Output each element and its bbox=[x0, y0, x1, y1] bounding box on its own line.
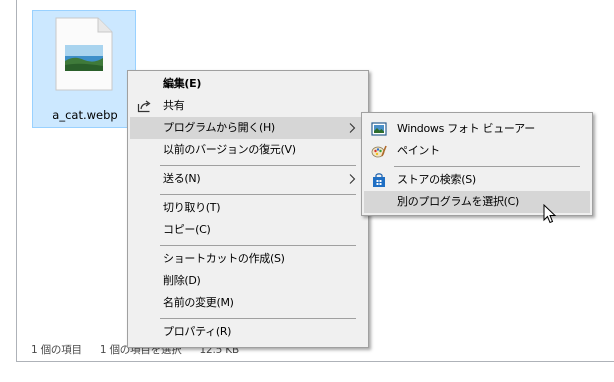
menu-separator bbox=[394, 166, 580, 167]
window-bottom-border bbox=[16, 361, 614, 362]
submenu-item-paint[interactable]: ペイント bbox=[364, 140, 590, 162]
menu-item-label: 以前のバージョンの復元(V) bbox=[163, 143, 296, 156]
menu-item-share[interactable]: 共有 bbox=[130, 95, 366, 117]
menu-item-label: 削除(D) bbox=[163, 274, 201, 287]
status-item-count: 1 個の項目 bbox=[31, 344, 82, 356]
menu-item-copy[interactable]: コピー(C) bbox=[130, 219, 366, 241]
menu-item-create-shortcut[interactable]: ショートカットの作成(S) bbox=[130, 248, 366, 270]
menu-separator bbox=[160, 245, 356, 246]
paint-icon bbox=[371, 145, 387, 158]
context-menu: 編集(E) 共有 プログラムから開く(H) 以前のバージョンの復元(V) 送る(… bbox=[127, 70, 369, 348]
menu-item-label: 切り取り(T) bbox=[163, 201, 221, 214]
menu-item-label: 編集(E) bbox=[163, 77, 202, 90]
menu-item-rename[interactable]: 名前の変更(M) bbox=[130, 292, 366, 314]
menu-separator bbox=[160, 165, 356, 166]
menu-item-label: コピー(C) bbox=[163, 223, 211, 236]
chevron-right-icon bbox=[349, 174, 356, 184]
menu-item-edit[interactable]: 編集(E) bbox=[130, 73, 366, 95]
submenu-item-search-store[interactable]: ストアの検索(S) bbox=[364, 169, 590, 191]
submenu-item-photo-viewer[interactable]: Windows フォト ビューアー bbox=[364, 118, 590, 140]
chevron-right-icon bbox=[349, 123, 356, 133]
menu-item-label: ショートカットの作成(S) bbox=[163, 252, 285, 265]
menu-item-label: プログラムから開く(H) bbox=[163, 121, 275, 134]
store-bag-icon bbox=[373, 173, 385, 187]
photo-viewer-icon bbox=[371, 122, 387, 136]
file-name-label: a_cat.webp bbox=[52, 108, 118, 122]
menu-item-restore-previous[interactable]: 以前のバージョンの復元(V) bbox=[130, 139, 366, 161]
menu-item-open-with[interactable]: プログラムから開く(H) bbox=[130, 117, 366, 139]
menu-item-delete[interactable]: 削除(D) bbox=[130, 270, 366, 292]
submenu-item-label: 別のプログラムを選択(C) bbox=[397, 195, 520, 208]
menu-separator bbox=[160, 194, 356, 195]
submenu-item-label: ペイント bbox=[397, 144, 440, 157]
open-with-submenu: Windows フォト ビューアー ペイント ストアの検索(S) 別のプログラム… bbox=[361, 112, 593, 216]
menu-item-label: 送る(N) bbox=[163, 172, 201, 185]
submenu-item-label: Windows フォト ビューアー bbox=[397, 122, 535, 135]
menu-separator bbox=[160, 318, 356, 319]
image-file-icon bbox=[55, 17, 113, 91]
window-left-border bbox=[16, 0, 17, 362]
menu-item-label: 名前の変更(M) bbox=[163, 296, 234, 309]
menu-item-properties[interactable]: プロパティ(R) bbox=[130, 321, 366, 343]
mouse-pointer-icon bbox=[543, 204, 557, 224]
menu-item-send-to[interactable]: 送る(N) bbox=[130, 168, 366, 190]
share-icon bbox=[137, 100, 151, 113]
submenu-item-label: ストアの検索(S) bbox=[397, 173, 476, 186]
menu-item-cut[interactable]: 切り取り(T) bbox=[130, 197, 366, 219]
menu-item-label: プロパティ(R) bbox=[163, 325, 232, 338]
file-item-a-cat[interactable]: a_cat.webp bbox=[32, 10, 136, 128]
menu-item-label: 共有 bbox=[163, 99, 185, 112]
